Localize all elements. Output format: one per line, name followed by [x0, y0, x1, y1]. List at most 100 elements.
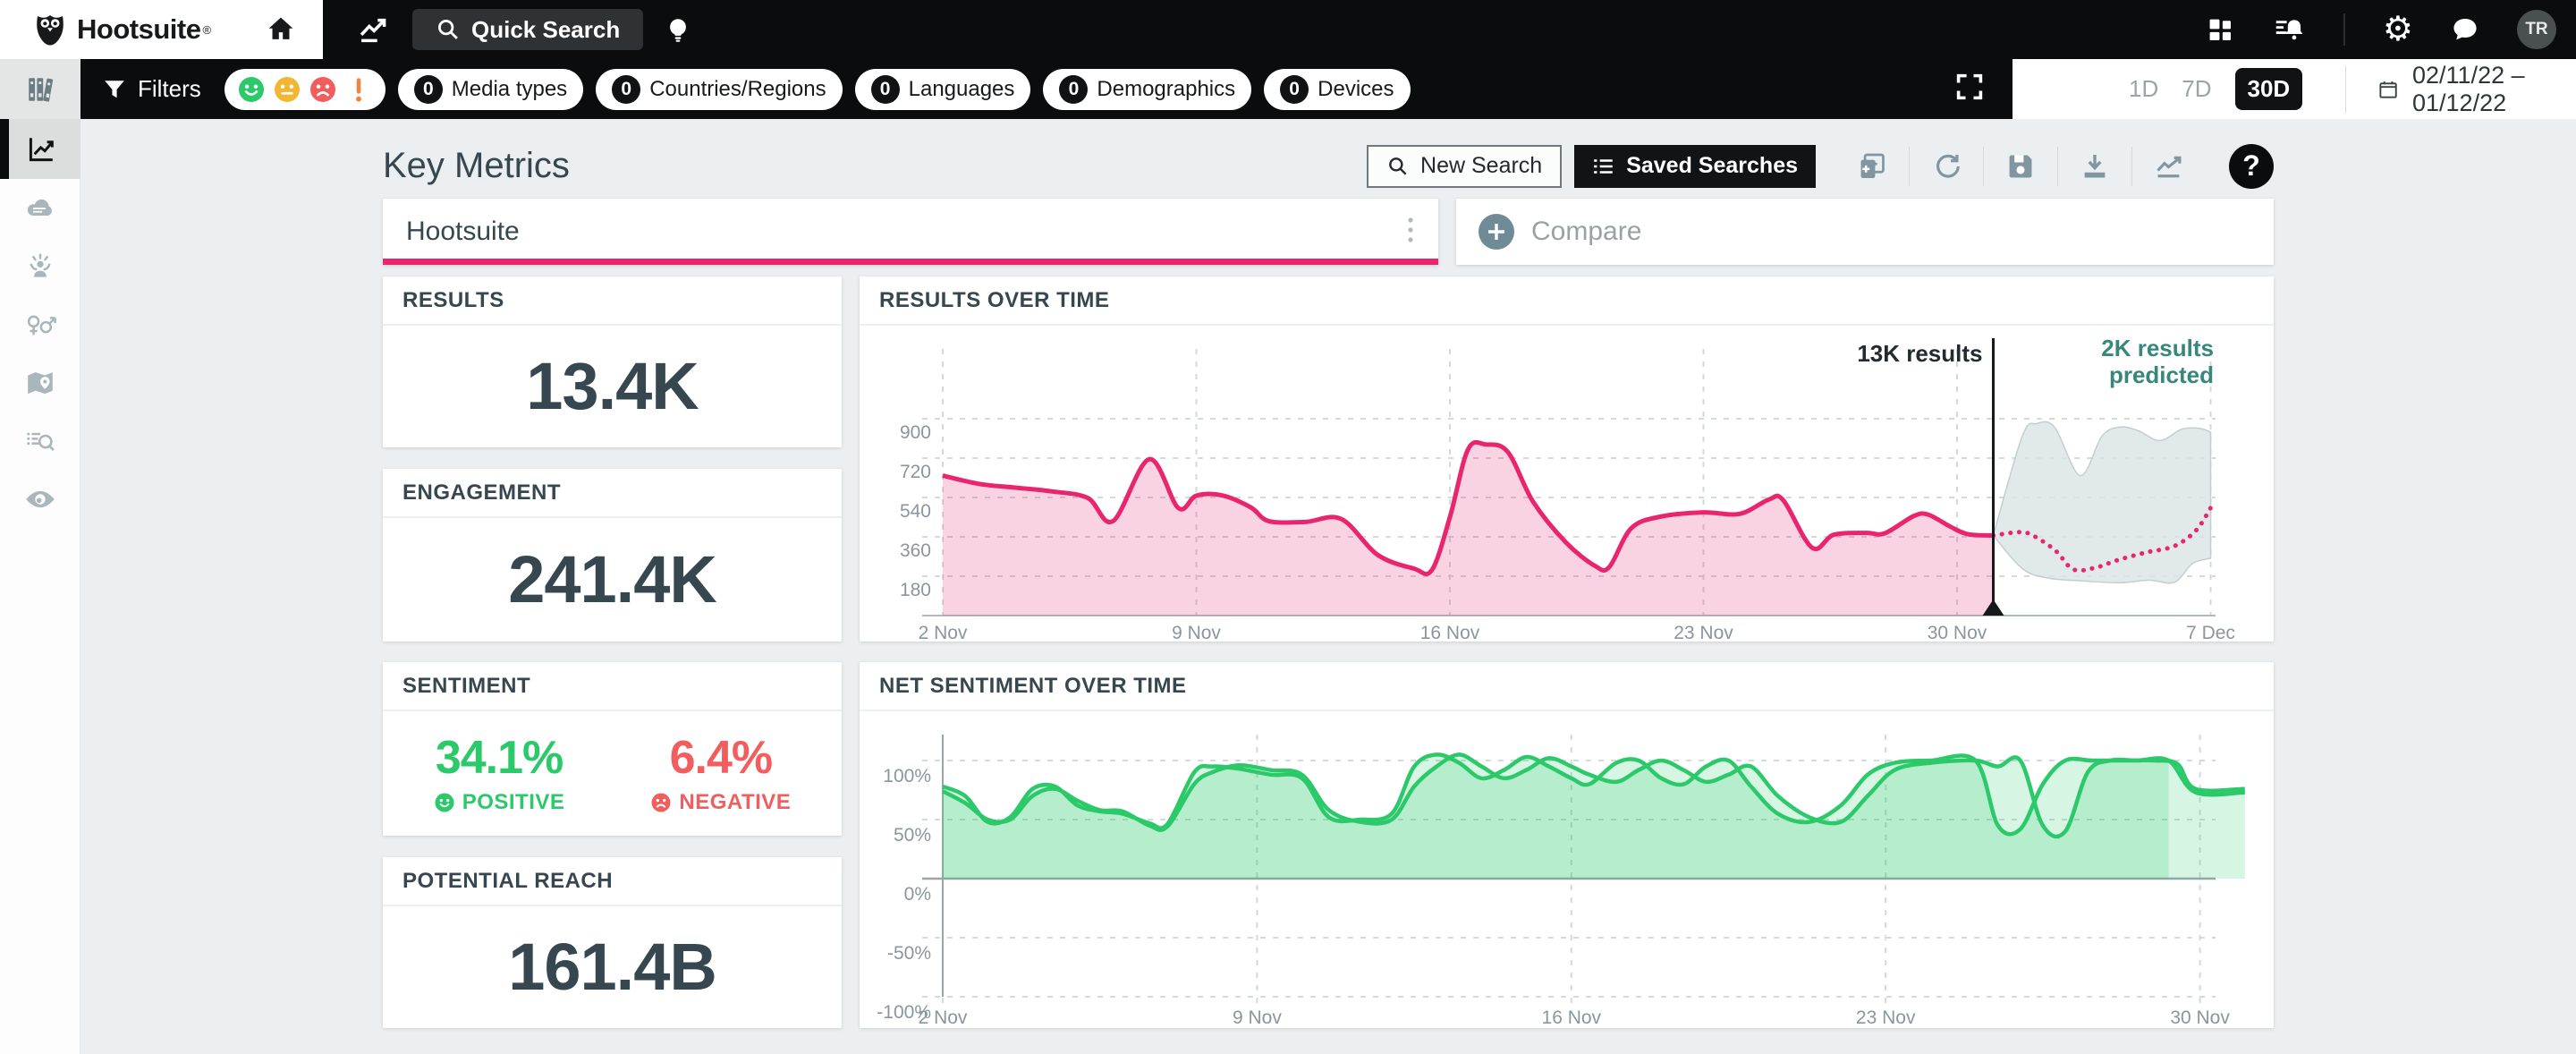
apps-grid-icon[interactable] — [2206, 15, 2234, 44]
svg-text:9 Nov: 9 Nov — [1172, 623, 1221, 641]
svg-text:720: 720 — [900, 462, 931, 482]
compare-label: Compare — [1531, 217, 1642, 246]
filter-count-badge: 0 — [870, 74, 900, 104]
top-navigation-bar: Hootsuite ® Quick Search ⚙ TR — [0, 0, 2576, 59]
chart-view-icon[interactable] — [2132, 147, 2206, 186]
fullscreen-icon[interactable] — [1953, 71, 1986, 107]
filter-pill-demographics[interactable]: 0 Demographics — [1043, 68, 1252, 110]
sidebar-item-collections[interactable] — [0, 59, 80, 119]
svg-text:23 Nov: 23 Nov — [1856, 1007, 1916, 1027]
range-button-30d[interactable]: 30D — [2234, 68, 2303, 110]
notifications-bell-icon[interactable] — [2272, 14, 2306, 45]
saved-searches-button[interactable]: Saved Searches — [1574, 144, 1816, 188]
svg-text:100%: 100% — [883, 766, 931, 786]
sentiment-metric-card: SENTIMENT 34.1% POSITIVE 6.4% NEGATIVE — [383, 662, 842, 836]
filter-pills: 0 Media types 0 Countries/Regions 0 Languages… — [397, 68, 1423, 110]
negative-sentiment-icon — [309, 76, 335, 102]
save-icon[interactable] — [1984, 147, 2057, 186]
alert-sentiment-icon — [355, 77, 361, 102]
help-button[interactable]: ? — [2229, 143, 2274, 189]
svg-text:13K results: 13K results — [1857, 340, 1982, 367]
results-value: 13.4K — [526, 348, 699, 423]
positive-face-icon — [435, 793, 454, 812]
filters-toggle[interactable]: Filters — [102, 75, 201, 103]
settings-gear-icon[interactable]: ⚙ — [2383, 13, 2413, 47]
new-search-button[interactable]: New Search — [1367, 144, 1563, 188]
potential-reach-metric-card: POTENTIAL REACH 161.4B — [383, 857, 842, 1028]
results-metric-card: RESULTS 13.4K — [383, 276, 842, 447]
sentiment-filter-pill[interactable] — [224, 68, 386, 110]
home-icon[interactable] — [266, 14, 296, 45]
active-search-tab[interactable]: Hootsuite — [383, 199, 1438, 265]
compare-button[interactable]: Compare — [1456, 199, 2274, 265]
results-over-time-card: RESULTS OVER TIME 2 Nov 9 Nov 16 Nov 23 Nov… — [860, 276, 2274, 642]
sidebar-item-geography[interactable] — [0, 353, 80, 412]
user-avatar[interactable]: TR — [2517, 10, 2556, 49]
sidebar-item-analytics[interactable] — [0, 119, 80, 179]
sidebar-item-monitoring[interactable] — [0, 470, 80, 528]
library-binders-icon — [29, 77, 54, 102]
topbar-divider — [2343, 13, 2345, 46]
filter-count-badge: 0 — [1059, 74, 1089, 104]
engagement-metric-card: ENGAGEMENT 241.4K — [383, 469, 842, 642]
line-chart-icon — [29, 137, 54, 161]
list-search-icon — [27, 432, 55, 451]
negative-sentiment-group: 6.4% NEGATIVE — [650, 731, 791, 815]
filterbar-right: 1D 7D 30D 02/11/22 – 01/12/22 — [1953, 59, 2576, 119]
svg-text:9 Nov: 9 Nov — [1233, 1007, 1282, 1027]
sidebar-item-influencers[interactable] — [0, 237, 80, 295]
new-search-label: New Search — [1420, 153, 1543, 178]
positive-sentiment-icon — [238, 76, 264, 102]
svg-text:16 Nov: 16 Nov — [1542, 1007, 1602, 1027]
download-icon[interactable] — [2058, 147, 2131, 186]
svg-text:900: 900 — [900, 422, 931, 443]
svg-text:0%: 0% — [904, 884, 931, 905]
metrics-grid: RESULTS 13.4K ENGAGEMENT 241.4K RESULTS … — [383, 276, 2274, 642]
filter-pill-countries-regions[interactable]: 0 Countries/Regions — [596, 68, 843, 110]
svg-text:2K results: 2K results — [2101, 335, 2214, 361]
svg-text:50%: 50% — [894, 825, 931, 846]
svg-text:2 Nov: 2 Nov — [919, 623, 968, 641]
brand-registered-mark: ® — [202, 22, 212, 37]
hootsuite-owl-logo-icon[interactable] — [32, 12, 68, 47]
sidebar-item-search-results[interactable] — [0, 412, 80, 470]
negative-sentiment-label: NEGATIVE — [679, 789, 792, 814]
filter-pill-languages[interactable]: 0 Languages — [854, 68, 1031, 110]
brand-name: Hootsuite — [77, 13, 201, 45]
filter-pill-label: Devices — [1318, 76, 1394, 101]
engagement-value: 241.4K — [508, 541, 717, 616]
search-icon — [438, 20, 458, 39]
svg-text:predicted: predicted — [2109, 361, 2214, 388]
engagement-card-title: ENGAGEMENT — [402, 480, 562, 505]
filter-pill-media-types[interactable]: 0 Media types — [397, 68, 584, 110]
filter-funnel-icon — [105, 80, 124, 98]
word-cloud-icon — [27, 199, 52, 216]
svg-text:30 Nov: 30 Nov — [2170, 1007, 2230, 1027]
chat-bubble-icon[interactable] — [2451, 15, 2479, 44]
filter-pill-devices[interactable]: 0 Devices — [1264, 68, 1411, 110]
brand-section: Hootsuite ® — [0, 0, 323, 59]
svg-text:360: 360 — [900, 540, 931, 561]
sidebar-item-demographics[interactable] — [0, 295, 80, 353]
lightbulb-icon[interactable] — [665, 16, 691, 43]
svg-text:-100%: -100% — [877, 1002, 931, 1023]
search-icon — [1389, 157, 1407, 175]
svg-text:7 Dec: 7 Dec — [2186, 623, 2235, 641]
quick-search-label: Quick Search — [471, 15, 621, 43]
range-button-1d[interactable]: 1D — [2129, 75, 2158, 103]
analytics-trend-icon[interactable] — [355, 12, 391, 47]
svg-text:-50%: -50% — [887, 943, 931, 964]
active-tab-accent-bar — [383, 259, 1438, 265]
toolbar: New Search Saved Searches ? — [1367, 143, 2274, 189]
kebab-menu-icon[interactable] — [1406, 215, 1415, 250]
eye-icon — [26, 490, 55, 507]
add-to-board-icon[interactable] — [1835, 147, 1909, 186]
date-range-picker[interactable]: 02/11/22 – 01/12/22 — [2378, 62, 2551, 117]
quick-search-button[interactable]: Quick Search — [412, 9, 644, 50]
sidebar-item-word-cloud[interactable] — [0, 179, 80, 237]
refresh-icon[interactable] — [1910, 147, 1983, 186]
gender-icon — [27, 315, 56, 335]
svg-text:16 Nov: 16 Nov — [1420, 623, 1480, 641]
range-button-7d[interactable]: 7D — [2182, 75, 2211, 103]
positive-sentiment-group: 34.1% POSITIVE — [434, 731, 565, 815]
